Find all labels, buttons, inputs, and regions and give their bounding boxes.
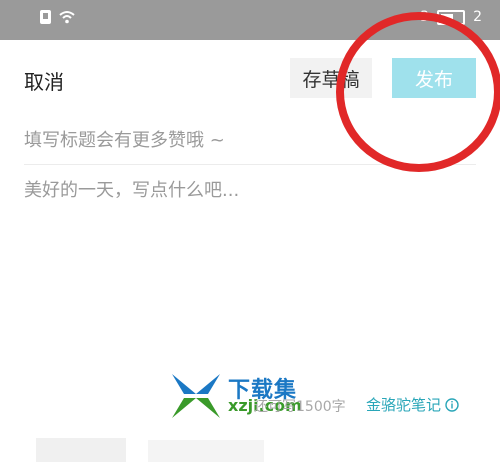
save-draft-button[interactable]: 存草稿: [290, 58, 372, 98]
status-bar: 3 2: [0, 0, 500, 40]
status-time: 3: [420, 9, 430, 25]
notebook-link[interactable]: 金骆驼笔记: [366, 394, 459, 415]
info-icon[interactable]: [445, 397, 459, 412]
status-right: 3 2: [420, 9, 482, 25]
watermark-logo-icon: [172, 374, 220, 418]
word-limit-text: 还可写1500字: [254, 399, 346, 415]
body-input[interactable]: 美好的一天，写点什么吧...: [24, 176, 476, 206]
notebook-link-label: 金骆驼笔记: [366, 396, 442, 414]
bottom-toolbar-box[interactable]: [148, 440, 264, 462]
title-input[interactable]: 填写标题会有更多赞哦 ~: [24, 126, 476, 158]
publish-button[interactable]: 发布: [392, 58, 476, 98]
divider: [24, 164, 476, 165]
sim-icon: [40, 10, 51, 24]
status-time-right: 2: [473, 9, 482, 25]
battery-icon: [437, 9, 466, 25]
status-left-icons: [40, 10, 75, 24]
bottom-thumbnail[interactable]: [36, 438, 126, 462]
wifi-icon: [59, 11, 75, 24]
cancel-button[interactable]: 取消: [24, 66, 64, 95]
